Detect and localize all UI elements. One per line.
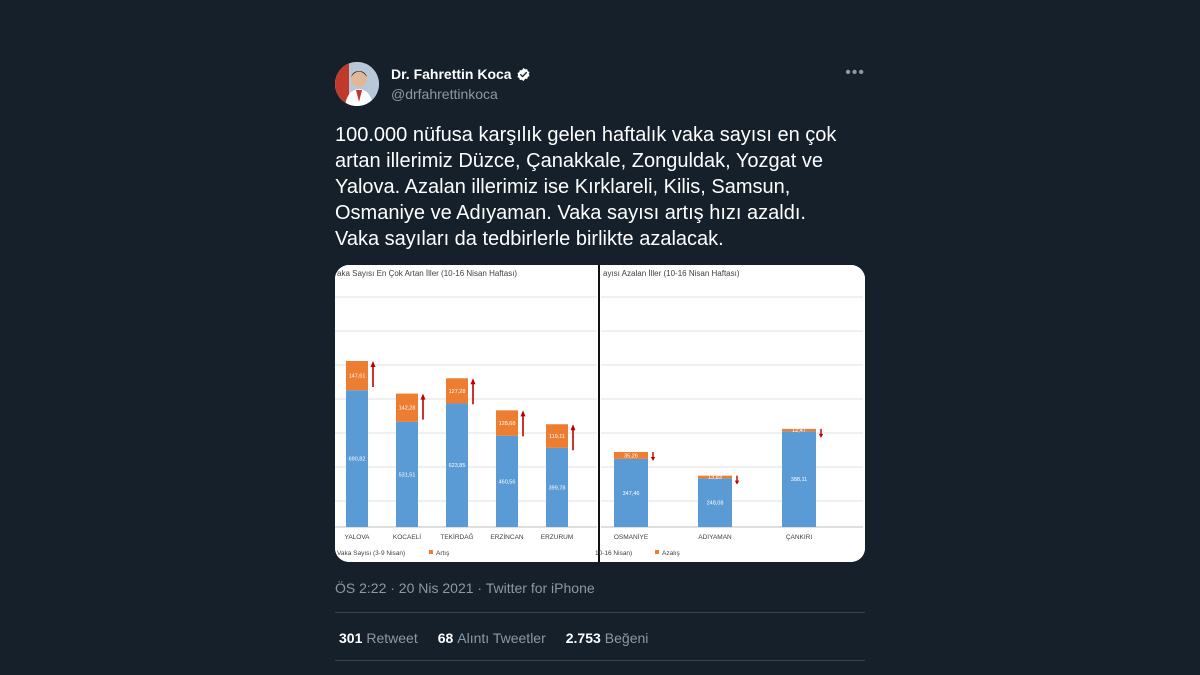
category-label: KOCAELİ — [393, 532, 421, 541]
author-handle[interactable]: @drfahrettinkoca — [391, 86, 498, 102]
legend-series-base: Vaka Sayısı (3-9 Nisan) — [337, 550, 405, 557]
data-label: 127,28 — [449, 389, 466, 395]
legend-series-change: Azalış — [662, 550, 680, 557]
divider — [335, 612, 865, 613]
category-label: ADIYAMAN — [698, 534, 732, 541]
more-options-icon[interactable]: ••• — [845, 64, 865, 82]
chart-title: aka Sayısı En Çok Artan İller (10-16 Nis… — [337, 269, 517, 278]
legend-swatch — [655, 550, 659, 554]
panel-divider — [598, 265, 600, 562]
likes-count: 2.753 — [565, 630, 601, 646]
data-label: 128,68 — [499, 421, 516, 427]
data-label: 147,61 — [349, 374, 366, 380]
avatar[interactable] — [335, 62, 379, 106]
data-label: 35,26 — [624, 453, 638, 459]
data-label: 623,85 — [449, 463, 466, 469]
avatar-image — [335, 62, 379, 106]
retweets-stat[interactable]: 301 Retweet — [339, 630, 418, 646]
chart-title: ayısı Azalan İller (10-16 Nisan Haftası) — [603, 269, 740, 278]
legend-series-base: 10-16 Nisan) — [595, 550, 632, 557]
author-name-row[interactable]: Dr. Fahrettin Koca — [391, 66, 531, 82]
category-label: ÇANKIRI — [786, 534, 813, 541]
data-label: 347,46 — [623, 491, 640, 497]
retweets-label: Retweet — [366, 630, 418, 646]
category-label: OSMANİYE — [614, 532, 649, 541]
chart-image: aka Sayısı En Çok Artan İller (10-16 Nis… — [335, 265, 865, 562]
category-label: ERZURUM — [541, 534, 574, 541]
data-label: 142,28 — [399, 406, 416, 412]
category-label: YALOVA — [344, 534, 370, 541]
data-label: 531,51 — [399, 472, 416, 478]
data-label: 388,11 — [791, 477, 807, 483]
data-label: 690,82 — [349, 457, 366, 463]
retweets-count: 301 — [339, 630, 363, 646]
likes-label: Beğeni — [604, 630, 649, 646]
quotes-count: 68 — [437, 630, 454, 646]
category-label: ERZİNCAN — [490, 532, 524, 541]
verified-badge-icon — [517, 67, 530, 81]
data-label: 460,56 — [499, 479, 516, 485]
data-label: 248,08 — [707, 501, 724, 507]
quotes-stat[interactable]: 68 Alıntı Tweetler — [438, 630, 546, 646]
data-label: 119,11 — [549, 434, 565, 440]
data-label: 399,78 — [549, 485, 566, 491]
category-label: TEKİRDAĞ — [440, 532, 473, 541]
author-name[interactable]: Dr. Fahrettin Koca — [391, 66, 512, 82]
divider — [335, 660, 865, 661]
legend-series-change: Artış — [436, 550, 450, 557]
tweet-text: 100.000 nüfusa karşılık gelen haftalık v… — [335, 124, 837, 250]
tweet-media[interactable]: aka Sayısı En Çok Artan İller (10-16 Nis… — [335, 265, 865, 562]
data-label: 13,83 — [708, 475, 722, 481]
tweet-stats: 301 Retweet 68 Alıntı Tweetler 2.753 Beğeni — [339, 630, 648, 646]
tweet-timestamp[interactable]: ÖS 2:22 · 20 Nis 2021 · Twitter for iPho… — [335, 580, 595, 596]
legend-swatch — [429, 550, 433, 554]
quotes-label: Alıntı Tweetler — [457, 630, 546, 646]
likes-stat[interactable]: 2.753 Beğeni — [566, 630, 649, 646]
data-label: 12,47 — [792, 428, 806, 434]
